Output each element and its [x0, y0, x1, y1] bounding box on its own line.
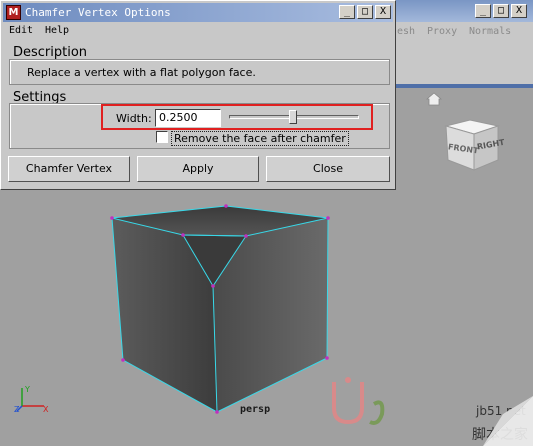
dialog-titlebar[interactable]: M Chamfer Vertex Options _ □ X	[3, 3, 393, 22]
maya-app-icon[interactable]: M	[6, 5, 21, 20]
axis-x-label: X	[43, 405, 49, 414]
dialog-close-button[interactable]: X	[375, 5, 391, 19]
close-button[interactable]: Close	[266, 156, 390, 182]
chamfer-vertex-options-dialog: M Chamfer Vertex Options _ □ X Edit Help…	[0, 0, 396, 190]
camera-label: persp	[240, 404, 271, 415]
description-heading: Description	[13, 45, 88, 60]
menu-help[interactable]: Help	[45, 25, 69, 36]
menu-edit[interactable]: Edit	[9, 25, 33, 36]
axis-indicator: X Y Z	[14, 385, 49, 414]
dialog-window-controls: _ □ X	[339, 5, 391, 19]
page-corner-fold	[483, 396, 533, 446]
dialog-menubar: Edit Help	[3, 23, 393, 41]
remove-face-checkbox[interactable]	[156, 131, 168, 143]
width-label: Width:	[116, 112, 152, 125]
axis-y-label: Y	[24, 385, 30, 394]
width-input[interactable]: 0.2500	[155, 109, 221, 127]
dialog-minimize-button[interactable]: _	[339, 5, 355, 19]
logo-watermark	[332, 377, 385, 425]
description-text: Replace a vertex with a flat polygon fac…	[27, 66, 256, 79]
dialog-maximize-button[interactable]: □	[357, 5, 373, 19]
width-slider-handle[interactable]	[289, 110, 297, 124]
chamfer-vertex-button[interactable]: Chamfer Vertex	[8, 156, 130, 182]
remove-face-label[interactable]: Remove the face after chamfer	[171, 131, 349, 146]
apply-button[interactable]: Apply	[137, 156, 259, 182]
axis-z-label: Z	[14, 405, 20, 414]
dialog-title: Chamfer Vertex Options	[25, 6, 171, 19]
